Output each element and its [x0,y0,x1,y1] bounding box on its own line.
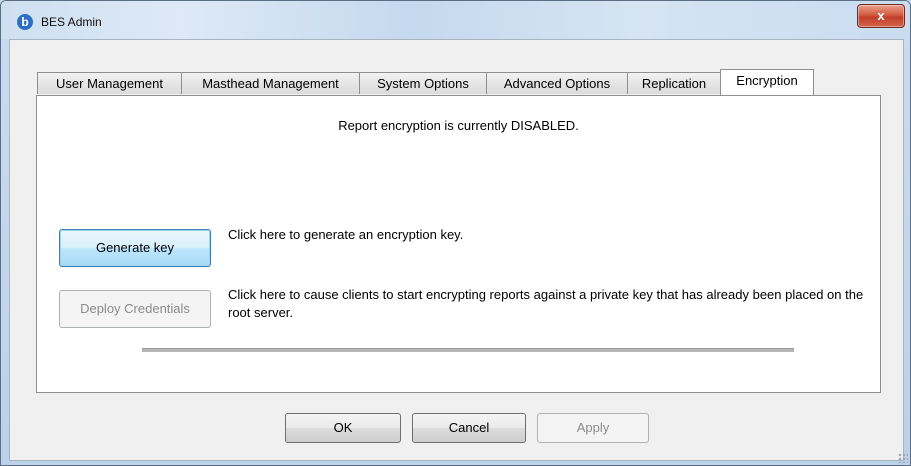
generate-key-button[interactable]: Generate key [59,229,211,267]
tab-masthead-management[interactable]: Masthead Management [181,72,360,94]
resize-grip-icon[interactable] [898,453,908,463]
window-title: BES Admin [41,15,102,29]
bigfix-b-icon: b [17,14,33,30]
title-bar[interactable]: b BES Admin x [1,1,910,39]
deploy-credentials-description: Click here to cause clients to start enc… [228,287,864,320]
encryption-panel: Report encryption is currently DISABLED.… [36,95,881,393]
tab-replication[interactable]: Replication [627,72,721,94]
close-button[interactable]: x [857,4,905,28]
encryption-status-text: Report encryption is currently DISABLED. [338,118,579,133]
cancel-button[interactable]: Cancel [412,413,526,443]
bes-admin-window: b BES Admin x User Management Masthead M… [0,0,911,466]
tab-advanced-options[interactable]: Advanced Options [486,72,628,94]
tab-system-options[interactable]: System Options [359,72,487,94]
generate-key-description: Click here to generate an encryption key… [228,227,464,242]
tab-encryption[interactable]: Encryption [720,69,814,95]
apply-button: Apply [537,413,649,443]
deploy-credentials-button: Deploy Credentials [59,290,211,328]
ok-button[interactable]: OK [285,413,401,443]
dialog-body: User Management Masthead Management Syst… [9,39,904,461]
tab-user-management[interactable]: User Management [37,72,182,94]
progress-bar [142,348,794,352]
